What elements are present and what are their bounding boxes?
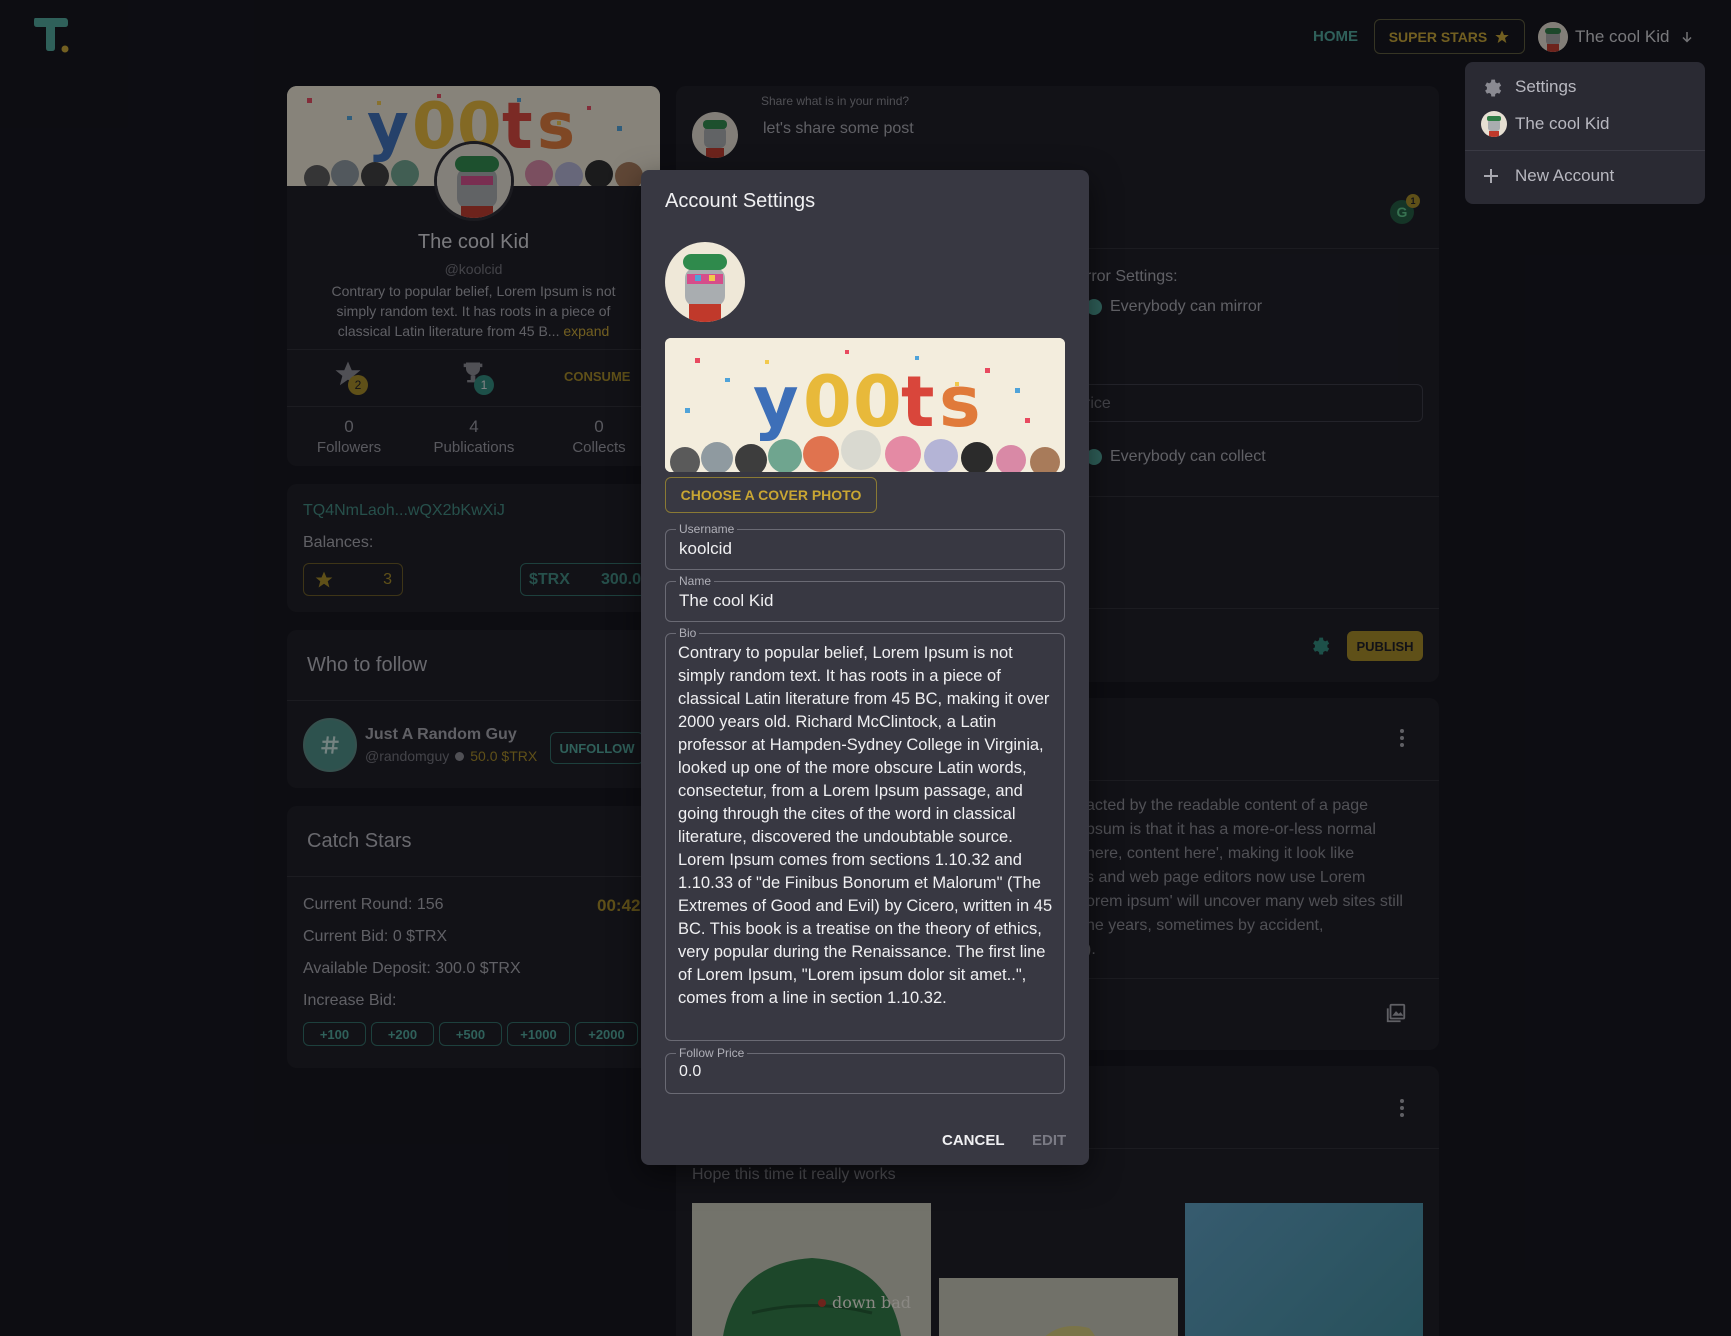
svg-text:0: 0: [803, 361, 852, 443]
menu-item-new-account[interactable]: New Account: [1481, 166, 1614, 186]
menu-item-label: The cool Kid: [1515, 114, 1610, 133]
account-settings-modal: Account Settings y 0 0 t s CHOOSE A COVE…: [641, 170, 1089, 1165]
svg-text:y: y: [753, 361, 799, 443]
menu-divider: [1465, 150, 1705, 151]
bio-label: Bio: [676, 626, 700, 640]
cancel-button[interactable]: CANCEL: [942, 1132, 1005, 1149]
modal-avatar[interactable]: [665, 242, 745, 322]
choose-cover-button[interactable]: CHOOSE A COVER PHOTO: [665, 477, 877, 513]
cover-image: y 0 0 t s: [665, 338, 1065, 472]
modal-cover-image[interactable]: y 0 0 t s: [665, 338, 1065, 472]
svg-text:s: s: [939, 361, 981, 443]
username-value: koolcid: [679, 539, 732, 558]
name-value: The cool Kid: [679, 591, 774, 610]
username-label: Username: [676, 522, 738, 536]
name-label: Name: [676, 574, 715, 588]
menu-item-account[interactable]: The cool Kid: [1481, 111, 1610, 137]
bio-value: Contrary to popular belief, Lorem Ipsum …: [678, 644, 1053, 1007]
svg-text:t: t: [901, 361, 934, 443]
plus-icon: [1484, 169, 1498, 183]
gear-icon: [1485, 79, 1502, 97]
name-field[interactable]: Name The cool Kid: [665, 574, 1065, 622]
follow-price-label: Follow Price: [676, 1046, 748, 1060]
avatar: [1481, 111, 1507, 137]
modal-title: Account Settings: [665, 190, 816, 212]
follow-price-field[interactable]: Follow Price 0.0: [665, 1046, 1065, 1094]
avatar-image: [665, 242, 745, 322]
edit-button[interactable]: EDIT: [1032, 1132, 1066, 1149]
user-dropdown-menu: Settings The cool Kid New Account: [1465, 62, 1705, 204]
menu-item-label: New Account: [1515, 166, 1615, 185]
menu-item-label: Settings: [1515, 77, 1577, 96]
username-field[interactable]: Username koolcid: [665, 522, 1065, 570]
menu-item-settings[interactable]: Settings: [1481, 76, 1576, 98]
follow-price-value: 0.0: [679, 1063, 702, 1080]
bio-field[interactable]: Bio Contrary to popular belief, Lorem Ip…: [665, 626, 1065, 1041]
